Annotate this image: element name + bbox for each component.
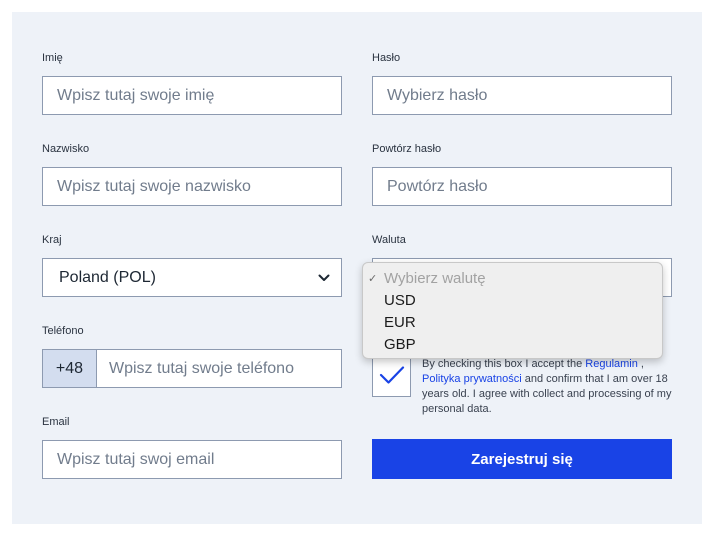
consent-checkbox[interactable] [372, 358, 411, 397]
consent-text: By checking this box I accept the Regula… [422, 357, 674, 417]
checkmark-icon [379, 365, 405, 390]
first-name-input[interactable]: Wpisz tutaj swoje imię [42, 76, 342, 115]
last-name-label: Nazwisko [42, 143, 90, 155]
currency-option-gbp[interactable]: GBP [363, 333, 662, 355]
email-placeholder: Wpisz tutaj swoj email [57, 450, 215, 468]
consent-text-before: By checking this box I accept the [422, 358, 586, 370]
terms-link[interactable]: Regulamin [585, 358, 638, 370]
phone-label: Teléfono [42, 325, 84, 337]
email-label: Email [42, 416, 70, 428]
currency-option-label: EUR [384, 313, 416, 331]
phone-placeholder: Wpisz tutaj swoje teléfono [109, 359, 294, 377]
phone-prefix[interactable]: +48 [42, 349, 96, 388]
consent-text-separator: , [637, 358, 644, 370]
currency-option-label: USD [384, 291, 416, 309]
password-label: Hasło [372, 52, 401, 64]
email-input[interactable]: Wpisz tutaj swoj email [42, 440, 342, 479]
password-repeat-placeholder: Powtórz hasło [387, 177, 488, 195]
register-button[interactable]: Zarejestruj się [372, 439, 672, 479]
country-label: Kraj [42, 234, 62, 246]
country-select[interactable]: Poland (POL) [42, 258, 342, 297]
country-value: Poland (POL) [59, 268, 156, 286]
phone-input[interactable]: Wpisz tutaj swoje teléfono [96, 349, 342, 388]
password-repeat-input[interactable]: Powtórz hasło [372, 167, 672, 206]
currency-option-label: Wybierz walutę [384, 269, 486, 287]
currency-option-usd[interactable]: USD [363, 289, 662, 311]
password-placeholder: Wybierz hasło [387, 86, 488, 104]
currency-option-placeholder[interactable]: ✓ Wybierz walutę [363, 267, 662, 289]
checkmark-icon: ✓ [368, 272, 378, 285]
last-name-placeholder: Wpisz tutaj swoje nazwisko [57, 177, 251, 195]
last-name-input[interactable]: Wpisz tutaj swoje nazwisko [42, 167, 342, 206]
first-name-placeholder: Wpisz tutaj swoje imię [57, 86, 215, 104]
password-repeat-label: Powtórz hasło [372, 143, 442, 155]
currency-option-eur[interactable]: EUR [363, 311, 662, 333]
phone-field: +48 Wpisz tutaj swoje teléfono [42, 349, 342, 388]
chevron-down-icon [317, 271, 331, 285]
password-input[interactable]: Wybierz hasło [372, 76, 672, 115]
privacy-policy-link[interactable]: Polityka prywatności [422, 373, 522, 385]
currency-option-label: GBP [384, 335, 416, 353]
currency-dropdown: ✓ Wybierz walutę USD EUR GBP [362, 262, 663, 359]
first-name-label: Imię [42, 52, 63, 64]
currency-label: Waluta [372, 234, 406, 246]
